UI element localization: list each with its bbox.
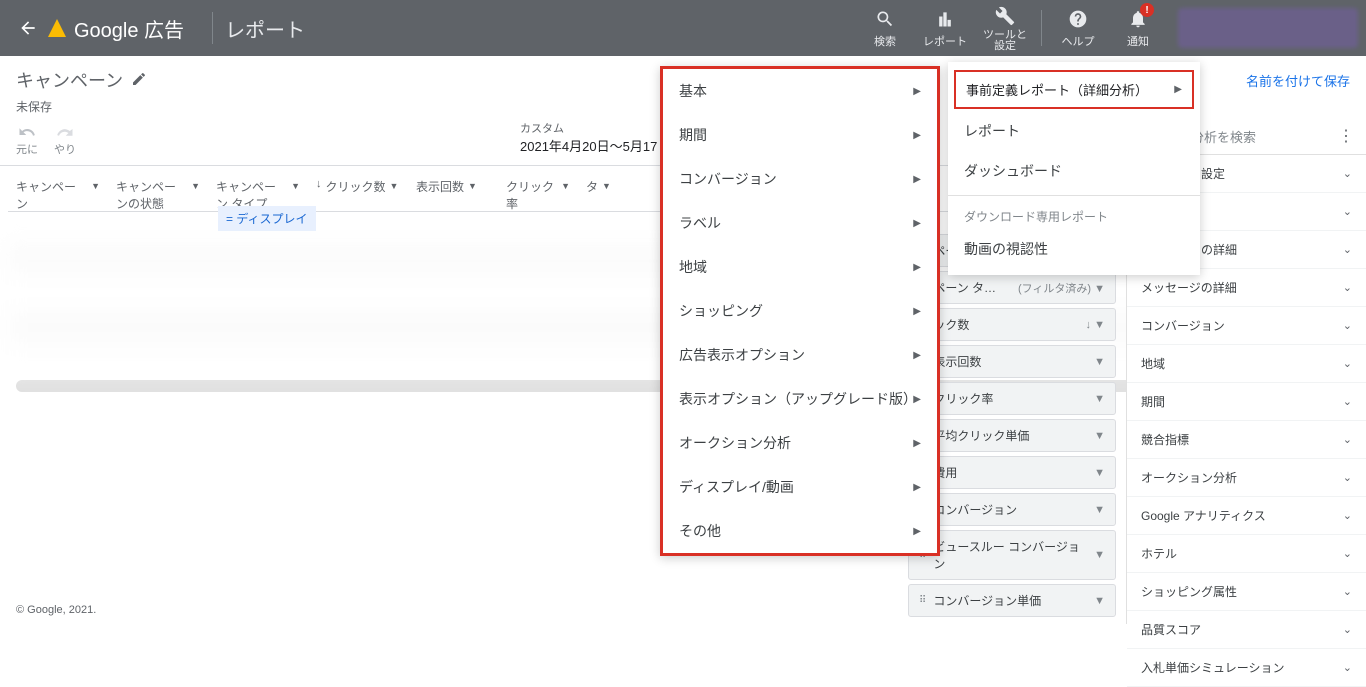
- submenu-item[interactable]: コンバージョン▶: [663, 157, 937, 201]
- column-header[interactable]: クリック率▼: [498, 172, 578, 218]
- submenu-item[interactable]: オークション分析▶: [663, 421, 937, 465]
- submenu-item[interactable]: 広告表示オプション▶: [663, 333, 937, 377]
- back-button[interactable]: [8, 8, 48, 48]
- category-item[interactable]: Google アナリティクス⌄: [1127, 497, 1366, 535]
- more-options-button[interactable]: ⋮: [1338, 126, 1354, 146]
- app-header: Google 広告 レポート 検索 レポート ツールと 設定 ヘルプ 通知: [0, 0, 1366, 56]
- dropdown-item-predefined[interactable]: 事前定義レポート（詳細分析） ▶: [954, 70, 1194, 109]
- tools-tool[interactable]: ツールと 設定: [977, 0, 1033, 56]
- submenu-item[interactable]: 基本▶: [663, 69, 937, 113]
- category-item[interactable]: 地域⌄: [1127, 345, 1366, 383]
- divider: [948, 195, 1200, 196]
- submenu-item[interactable]: 期間▶: [663, 113, 937, 157]
- submenu-item[interactable]: ディスプレイ/動画▶: [663, 465, 937, 509]
- predefined-reports-submenu: 基本▶期間▶コンバージョン▶ラベル▶地域▶ショッピング▶広告表示オプション▶表示…: [660, 66, 940, 556]
- drag-handle-icon: ⠿: [919, 595, 927, 606]
- divider: [1041, 10, 1042, 46]
- column-chip[interactable]: ⠿コンバージョン単価▼: [908, 584, 1116, 617]
- divider: [212, 12, 213, 44]
- filter-chip[interactable]: = ディスプレイ: [218, 206, 316, 231]
- column-header[interactable]: 表示回数▼: [408, 172, 498, 201]
- product-name: Google 広告: [74, 14, 184, 43]
- chevron-right-icon: ▶: [1174, 84, 1182, 95]
- column-header[interactable]: キャンペーンの状態▼: [108, 172, 208, 218]
- date-range-picker[interactable]: カスタム 2021年4月20日～5月17: [520, 120, 657, 155]
- reports-tool[interactable]: レポート: [917, 3, 973, 53]
- submenu-item[interactable]: ショッピング▶: [663, 289, 937, 333]
- submenu-item[interactable]: 表示オプション（アップグレード版）▶: [663, 377, 937, 421]
- redo-icon: [56, 123, 74, 141]
- category-item[interactable]: オークション分析⌄: [1127, 459, 1366, 497]
- dropdown-item[interactable]: レポート: [948, 111, 1200, 151]
- footer-copyright: © Google, 2021.: [0, 596, 112, 624]
- wrench-icon: [993, 4, 1017, 28]
- page-title: キャンペーン: [16, 67, 123, 93]
- logo: Google 広告: [48, 14, 184, 43]
- category-item[interactable]: ホテル⌄: [1127, 535, 1366, 573]
- save-as-button[interactable]: 名前を付けて保存: [1246, 71, 1350, 90]
- dropdown-item[interactable]: 動画の視認性: [948, 229, 1200, 269]
- account-switcher[interactable]: [1178, 8, 1358, 48]
- header-tools: 検索 レポート ツールと 設定 ヘルプ 通知: [857, 0, 1358, 56]
- dropdown-item[interactable]: ダッシュボード: [948, 151, 1200, 191]
- reports-dropdown: 事前定義レポート（詳細分析） ▶ レポートダッシュボード ダウンロード専用レポー…: [948, 62, 1200, 275]
- column-header[interactable]: キャンペーン▼: [8, 172, 108, 218]
- undo-icon: [18, 123, 36, 141]
- help-tool[interactable]: ヘルプ: [1050, 3, 1106, 53]
- undo-button[interactable]: 元に: [16, 123, 38, 157]
- column-header[interactable]: タ▼: [578, 172, 618, 201]
- redo-button[interactable]: やり: [54, 123, 76, 157]
- submenu-item[interactable]: 地域▶: [663, 245, 937, 289]
- logo-icon: [48, 19, 66, 37]
- column-header[interactable]: ↓ クリック数▼: [308, 172, 408, 201]
- category-item[interactable]: 期間⌄: [1127, 383, 1366, 421]
- dropdown-section-label: ダウンロード専用レポート: [948, 200, 1200, 229]
- help-icon: [1066, 7, 1090, 31]
- category-item[interactable]: ショッピング属性⌄: [1127, 573, 1366, 611]
- arrow-left-icon: [18, 18, 38, 38]
- submenu-item[interactable]: ラベル▶: [663, 201, 937, 245]
- search-tool[interactable]: 検索: [857, 3, 913, 53]
- section-title: レポート: [225, 14, 305, 43]
- category-item[interactable]: 競合指標⌄: [1127, 421, 1366, 459]
- search-icon: [873, 7, 897, 31]
- category-item[interactable]: 品質スコア⌄: [1127, 611, 1366, 649]
- notifications-tool[interactable]: 通知: [1110, 3, 1166, 53]
- edit-title-button[interactable]: [131, 71, 147, 90]
- category-item[interactable]: 入札単価シミュレーション⌄: [1127, 649, 1366, 687]
- category-item[interactable]: コンバージョン⌄: [1127, 307, 1366, 345]
- submenu-item[interactable]: その他▶: [663, 509, 937, 553]
- bell-icon: [1126, 7, 1150, 31]
- chart-icon: [933, 7, 957, 31]
